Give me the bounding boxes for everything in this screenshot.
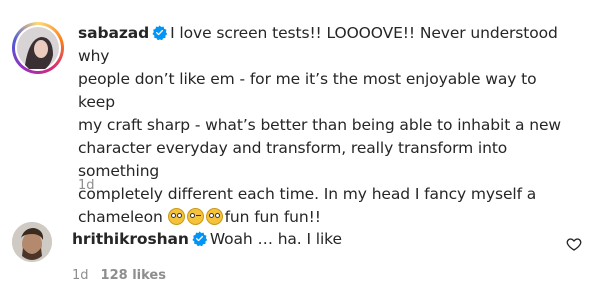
likes-count[interactable]: 128 likes bbox=[101, 268, 166, 283]
comment-hrithikroshan: hrithikroshan Woah … ha. I like 1d 128 lik… bbox=[0, 200, 600, 294]
avatar[interactable] bbox=[12, 222, 52, 262]
avatar[interactable] bbox=[15, 25, 61, 71]
avatar-image bbox=[12, 222, 52, 262]
comment-text: Woah … ha. I like bbox=[209, 230, 342, 248]
username-link[interactable]: hrithikroshan bbox=[72, 230, 189, 248]
username-link[interactable]: sabazad bbox=[78, 24, 149, 42]
comment-body: sabazad I love screen tests!! LOOOOVE!! N… bbox=[78, 22, 578, 229]
verified-badge-icon bbox=[192, 231, 207, 246]
comment-text-line-4: character everyday and transform, really… bbox=[78, 139, 508, 180]
comment-body: hrithikroshan Woah … ha. I like bbox=[72, 228, 542, 251]
comment-time[interactable]: 1d bbox=[72, 268, 89, 283]
verified-badge-icon bbox=[152, 25, 168, 40]
comment-time[interactable]: 1d bbox=[78, 178, 95, 193]
avatar-image bbox=[17, 27, 59, 69]
comment-meta: 1d 128 likes bbox=[72, 268, 178, 283]
comment-text-line-2: people don’t like em - for me it’s the m… bbox=[78, 70, 537, 111]
comment-text-line-1: I love screen tests!! LOOOOVE!! Never un… bbox=[78, 24, 558, 65]
comment-sabazad: sabazad I love screen tests!! LOOOOVE!! N… bbox=[0, 0, 600, 226]
comment-meta: 1d bbox=[78, 178, 107, 193]
heart-outline-icon[interactable] bbox=[566, 236, 582, 252]
comment-text-line-3: my craft sharp - what’s better than bein… bbox=[78, 116, 561, 134]
